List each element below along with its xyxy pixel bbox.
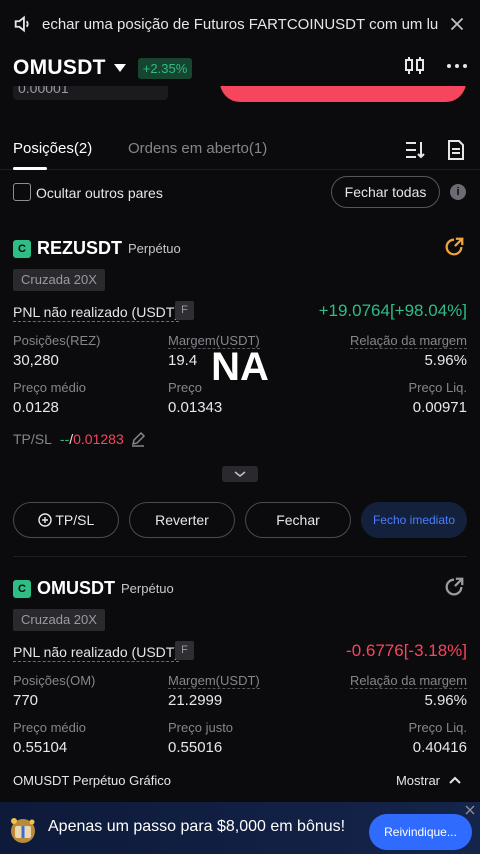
positions-tabs: Posições(2) Ordens em aberto(1)	[0, 130, 480, 170]
fair-price-value: 0.01343	[168, 399, 223, 416]
speaker-icon	[14, 15, 29, 33]
sell-button[interactable]	[220, 86, 466, 102]
position-card: C REZUSDT Perpétuo Cruzada 20X PNL não r…	[0, 236, 480, 548]
avg-price-value: 0.0128	[13, 399, 59, 416]
pnl-label: PNL não realizado (USDT)	[13, 304, 179, 322]
hide-other-pairs-checkbox[interactable]	[13, 183, 31, 201]
close-all-button[interactable]: Fechar todas	[331, 176, 440, 208]
share-icon[interactable]	[443, 236, 465, 258]
claim-button[interactable]: Reivindique...	[369, 814, 472, 850]
edit-icon[interactable]	[130, 431, 146, 447]
stop-loss-value: 0.01283	[73, 431, 124, 447]
more-icon[interactable]	[446, 63, 468, 69]
tpsl-label: TP/SL	[13, 431, 52, 447]
liq-price-label: Preço Liq.	[408, 380, 467, 395]
document-icon[interactable]	[447, 139, 465, 161]
chart-toggle-row[interactable]: OMUSDT Perpétuo Gráfico Mostrar	[0, 766, 480, 796]
divider	[13, 556, 467, 557]
f-badge: F	[175, 641, 194, 660]
position-header: C OMUSDT Perpétuo	[13, 578, 174, 599]
liq-price-value: 0.40416	[412, 739, 467, 756]
close-button[interactable]: Fechar	[245, 502, 351, 538]
chevron-down-icon	[234, 471, 246, 478]
margin-ratio-label: Relação da margem	[349, 673, 467, 689]
take-profit-value: --	[59, 431, 70, 447]
liq-price-label: Preço Liq.	[408, 720, 467, 735]
pnl-label: PNL não realizado (USDT)	[13, 644, 179, 662]
promo-banner[interactable]: Apenas um passo para $8,000 em bônus! Re…	[0, 802, 480, 854]
change-badge: +2.35%	[137, 57, 193, 79]
ticker-text: echar uma posição de Futuros FARTCOINUSD…	[42, 15, 438, 33]
size-value: 30,280	[13, 352, 59, 369]
cross-badge: C	[13, 239, 31, 258]
reverse-button[interactable]: Reverter	[129, 502, 235, 538]
gift-icon	[11, 818, 35, 843]
tab-positions[interactable]: Posições(2)	[13, 140, 92, 157]
order-form-remnant: 0.00001	[0, 86, 480, 104]
fair-price-label: Preço	[168, 380, 202, 395]
margin-label: Margem(USDT)	[168, 673, 260, 689]
plus-circle-icon	[38, 513, 52, 527]
avg-price-label: Preço médio	[13, 720, 86, 735]
sort-icon[interactable]	[404, 140, 426, 160]
leverage-tag[interactable]: Cruzada 20X	[13, 609, 105, 631]
f-badge: F	[175, 301, 194, 320]
position-type: Perpétuo	[128, 241, 181, 256]
chevron-up-icon	[449, 776, 461, 784]
active-tab-indicator	[13, 167, 47, 170]
position-pair[interactable]: REZUSDT	[37, 238, 122, 259]
show-chart-button[interactable]: Mostrar	[396, 773, 440, 788]
avg-price-value: 0.55104	[13, 739, 68, 756]
fair-price-label: Preço justo	[168, 720, 234, 735]
cross-badge: C	[13, 579, 31, 598]
margin-value: 21.2999	[168, 692, 223, 709]
pair-header: OMUSDT +2.35%	[0, 48, 480, 88]
position-card: C OMUSDT Perpétuo Cruzada 20X PNL não re…	[0, 576, 480, 763]
position-pair[interactable]: OMUSDT	[37, 578, 115, 599]
tab-open-orders[interactable]: Ordens em aberto(1)	[128, 140, 267, 157]
position-header: C REZUSDT Perpétuo	[13, 238, 181, 259]
margin-value: 19.4	[168, 352, 198, 369]
margin-ratio-value: 5.96%	[424, 352, 467, 369]
chart-title: OMUSDT Perpétuo Gráfico	[13, 773, 171, 788]
avg-price-label: Preço médio	[13, 380, 86, 395]
filter-row: Ocultar outros pares Fechar todas i	[0, 172, 480, 214]
size-label: Posições(OM)	[13, 673, 96, 688]
instant-close-button[interactable]: Fecho imediato	[361, 502, 467, 538]
announcement-ticker[interactable]: echar uma posição de Futuros FARTCOINUSD…	[0, 0, 480, 48]
close-icon[interactable]	[446, 13, 468, 35]
size-label: Posições(REZ)	[13, 333, 101, 348]
close-icon[interactable]	[464, 804, 476, 816]
tpsl-row[interactable]: TP/SL -- / 0.01283	[13, 431, 146, 447]
tpsl-button-label: TP/SL	[55, 512, 95, 528]
fair-price-value: 0.55016	[168, 739, 223, 756]
position-actions: TP/SL Reverter Fechar Fecho imediato	[13, 502, 467, 538]
margin-label: Margem(USDT)	[168, 333, 260, 349]
caret-down-icon[interactable]	[113, 64, 126, 72]
share-icon[interactable]	[443, 576, 465, 598]
position-type: Perpétuo	[121, 581, 174, 596]
info-icon[interactable]: i	[450, 184, 466, 200]
promo-text: Apenas um passo para $8,000 em bônus!	[48, 818, 346, 835]
margin-ratio-label: Relação da margem	[349, 333, 467, 349]
pnl-value: -0.6776[-3.18%]	[346, 641, 467, 660]
pair-selector[interactable]: OMUSDT	[13, 56, 106, 80]
expand-button[interactable]	[222, 466, 258, 482]
candlestick-icon[interactable]	[404, 56, 426, 76]
leverage-tag[interactable]: Cruzada 20X	[13, 269, 105, 291]
liq-price-value: 0.00971	[412, 399, 467, 416]
tpsl-button[interactable]: TP/SL	[13, 502, 119, 538]
hide-other-pairs-label: Ocultar outros pares	[36, 185, 163, 201]
pnl-value: +19.0764[+98.04%]	[318, 301, 467, 320]
margin-ratio-value: 5.96%	[424, 692, 467, 709]
size-value: 770	[13, 692, 39, 709]
price-field-value: 0.00001	[18, 86, 69, 96]
